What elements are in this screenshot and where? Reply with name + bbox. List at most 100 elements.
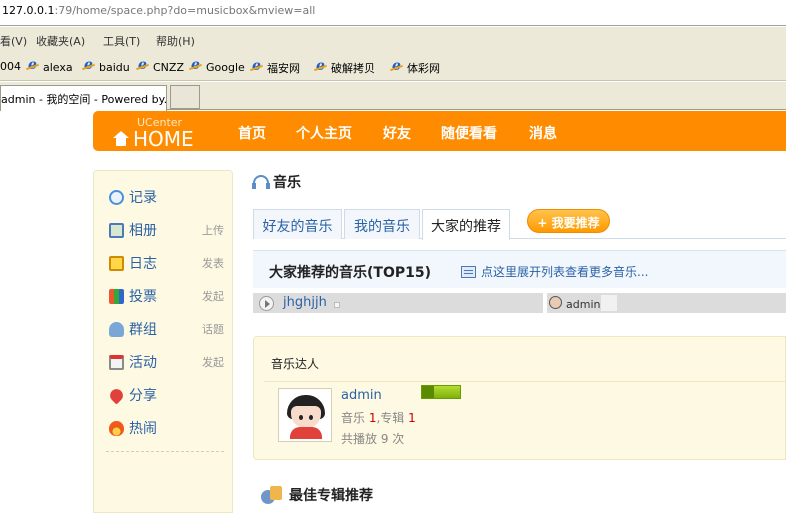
level-badge-icon	[421, 385, 461, 399]
music-talent-panel: 音乐达人 admin 音乐 1,专辑 1 共播放 9 次	[253, 336, 786, 460]
tab-friends-music[interactable]: 好友的音乐	[253, 209, 342, 239]
favorite-label: 破解拷贝	[331, 62, 375, 75]
ie-page-icon	[189, 57, 203, 74]
nav-friends[interactable]: 好友	[383, 123, 411, 143]
sidebar-item-action[interactable]: 话题	[202, 321, 224, 337]
brand-home-label: HOME	[133, 127, 194, 151]
menu-tools[interactable]: 工具(T)	[103, 33, 140, 49]
tab-everyone-recommend[interactable]: 大家的推荐	[422, 209, 510, 240]
menu-favorites[interactable]: 收藏夹(A)	[36, 33, 85, 49]
sidebar-item-action[interactable]: 发起	[202, 288, 224, 304]
sidebar-item-poll[interactable]: 投票 发起	[109, 286, 224, 306]
favorite-label: Google	[206, 60, 245, 74]
ie-page-icon	[390, 58, 404, 75]
recommend-button[interactable]: + 我要推荐	[527, 209, 610, 233]
menu-help[interactable]: 帮助(H)	[156, 33, 195, 49]
user-avatar-icon[interactable]	[549, 296, 562, 309]
address-path: :79/home/space.php?do=musicbox&mview=all	[54, 4, 316, 17]
favorite-label: 福安网	[267, 62, 300, 75]
favorite-baidu[interactable]: baidu	[82, 57, 130, 74]
address-bar[interactable]: 127.0.0.1:79/home/space.php?do=musicbox&…	[0, 0, 786, 26]
page-icon	[250, 58, 264, 75]
page-title-label: 音乐	[273, 175, 301, 191]
track-action-box[interactable]	[601, 295, 617, 311]
best-album-title: 最佳专辑推荐	[289, 488, 373, 504]
top15-header: 大家推荐的音乐(TOP15) 点这里展开列表查看更多音乐...	[253, 250, 786, 288]
favorite-fuan[interactable]: 福安网	[250, 58, 300, 76]
sidebar-item-action[interactable]: 发起	[202, 354, 224, 370]
new-tab-button[interactable]	[170, 85, 200, 109]
group-icon	[109, 321, 124, 337]
sidebar-item-action[interactable]: 发表	[202, 255, 224, 271]
sidebar-item-label: 热闹	[129, 421, 157, 437]
avatar[interactable]	[278, 388, 332, 442]
talent-username[interactable]: admin	[341, 388, 382, 403]
sidebar-item-album[interactable]: 相册 上传	[109, 220, 224, 240]
favorite-lottery[interactable]: 体彩网	[390, 58, 440, 76]
expand-list-label: 点这里展开列表查看更多音乐...	[481, 265, 649, 279]
sidebar-divider	[106, 451, 224, 452]
sidebar-item-events[interactable]: 活动 发起	[109, 352, 224, 372]
talent-divider	[264, 381, 786, 382]
track-row: jhghjjh admin	[253, 293, 786, 313]
headphone-icon	[252, 175, 270, 189]
best-album-heading: 最佳专辑推荐	[261, 485, 373, 505]
talent-panel-title: 音乐达人	[271, 357, 320, 371]
menu-bar: 看(V) 收藏夹(A) 工具(T) 帮助(H)	[0, 27, 786, 53]
favorite-label: 体彩网	[407, 62, 440, 75]
favorite-google[interactable]: Google	[189, 57, 245, 74]
sidebar-item-action[interactable]: 上传	[202, 222, 224, 238]
sidebar-item-share[interactable]: 分享	[107, 385, 224, 405]
ie-page-icon	[136, 57, 150, 74]
sidebar-item-label: 分享	[129, 388, 157, 404]
talent-stats: 音乐 1,专辑 1	[341, 409, 416, 426]
tab-my-music[interactable]: 我的音乐	[344, 209, 420, 239]
browser-tab-active[interactable]: admin - 我的空间 - Powered by...	[0, 85, 167, 111]
nav-profile[interactable]: 个人主页	[296, 123, 352, 143]
album-label: ,专辑	[376, 411, 405, 425]
calendar-icon	[109, 354, 124, 370]
sidebar-item-label: 群组	[129, 322, 157, 338]
page-title: 音乐	[252, 172, 301, 192]
track-user[interactable]: admin	[566, 298, 600, 311]
favorite-label: 004	[0, 60, 21, 73]
house-icon	[113, 131, 129, 147]
brand-home: HOME	[113, 127, 194, 151]
browser-window: 127.0.0.1:79/home/space.php?do=musicbox&…	[0, 0, 786, 513]
favorite-crack[interactable]: 破解拷贝	[314, 58, 375, 76]
sidebar-item-records[interactable]: 记录	[109, 187, 224, 207]
sidebar-item-groups[interactable]: 群组 话题	[109, 319, 224, 339]
play-icon[interactable]	[259, 296, 274, 311]
favorite-label: CNZZ	[153, 60, 184, 74]
address-host: 127.0.0.1	[2, 4, 55, 17]
sidebar-item-hot[interactable]: 热闹	[109, 418, 224, 438]
menu-view[interactable]: 看(V)	[0, 33, 27, 49]
favorite-label: alexa	[43, 60, 73, 74]
favorite-cnzz[interactable]: CNZZ	[136, 57, 184, 74]
photo-icon	[109, 222, 124, 238]
album-count: 1	[408, 411, 416, 425]
heart-icon	[107, 385, 126, 405]
favorite-label: baidu	[99, 60, 130, 74]
sidebar-item-label: 相册	[129, 223, 157, 239]
journal-icon	[109, 255, 124, 271]
nav-browse[interactable]: 随便看看	[441, 123, 497, 143]
nav-messages[interactable]: 消息	[529, 123, 557, 143]
sidebar-item-blog[interactable]: 日志 发表	[109, 253, 224, 273]
flame-icon	[109, 420, 124, 436]
sidebar-item-label: 日志	[129, 256, 157, 272]
sidebar-item-label: 活动	[129, 355, 157, 371]
favorites-bar: 004 alexa baidu CNZZ Google 福安网 破解拷贝 体彩网	[0, 53, 786, 81]
nav-home[interactable]: 首页	[238, 123, 266, 143]
album-icon	[261, 486, 283, 504]
favorite-alexa[interactable]: alexa	[26, 57, 73, 74]
ie-page-icon	[26, 57, 40, 74]
favorite-004[interactable]: 004	[0, 60, 21, 73]
talent-plays: 共播放 9 次	[341, 432, 405, 446]
expand-list-link[interactable]: 点这里展开列表查看更多音乐...	[461, 263, 648, 280]
sidebar: 记录 相册 上传 日志 发表 投票 发起 群组 话题 活动 发起 分享 热闹	[93, 170, 233, 513]
browser-tab-bar: admin - 我的空间 - Powered by...	[0, 82, 786, 111]
speech-bubble-icon	[109, 189, 124, 205]
sidebar-item-label: 投票	[129, 289, 157, 305]
track-name[interactable]: jhghjjh	[283, 295, 327, 310]
